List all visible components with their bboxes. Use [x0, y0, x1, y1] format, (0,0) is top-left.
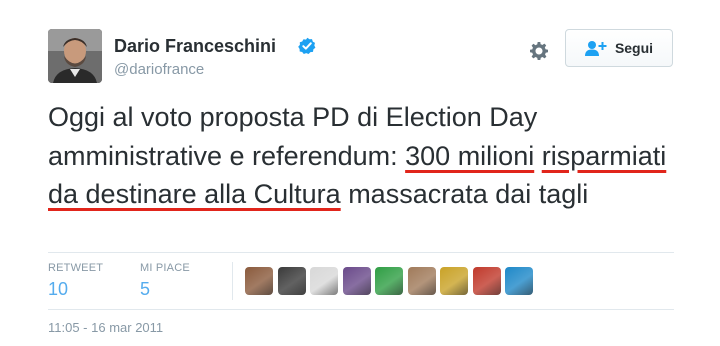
avatar[interactable]: [48, 29, 102, 83]
likes-stat[interactable]: MI PIACE 5: [140, 262, 190, 300]
liker-avatar-7[interactable]: [440, 267, 468, 295]
liker-avatar-1[interactable]: [245, 267, 273, 295]
retweet-stat[interactable]: RETWEET 10: [48, 262, 103, 300]
add-user-icon: [584, 41, 607, 56]
display-name[interactable]: Dario Franceschini: [114, 36, 276, 57]
liker-avatar-3[interactable]: [310, 267, 338, 295]
stat-separator: [232, 262, 233, 300]
tweet-text-segment: massacrata dai tagli: [340, 179, 589, 209]
liker-avatar-5[interactable]: [375, 267, 403, 295]
retweet-count: 10: [48, 279, 69, 299]
tweet-card: Dario Franceschini @dariofrance Segui Og…: [0, 0, 720, 346]
gear-icon[interactable]: [527, 39, 551, 63]
liker-avatar-6[interactable]: [407, 267, 436, 295]
liker-avatar-9[interactable]: [505, 267, 533, 295]
follow-button[interactable]: Segui: [565, 29, 673, 67]
timestamp[interactable]: 11:05 - 16 mar 2011: [48, 320, 163, 335]
likes-label: MI PIACE: [140, 262, 190, 274]
tweet-text: Oggi al voto proposta PD di Election Day…: [48, 98, 668, 214]
liker-avatar-8[interactable]: [472, 267, 501, 295]
follow-label: Segui: [614, 40, 654, 56]
verified-badge-icon: [298, 37, 316, 54]
user-handle[interactable]: @dariofrance: [114, 61, 204, 78]
likes-count: 5: [140, 279, 151, 299]
liker-avatar-4[interactable]: [342, 267, 371, 295]
retweet-label: RETWEET: [48, 262, 104, 274]
divider: [48, 309, 674, 310]
tweet-text-highlight: 300 milioni: [405, 140, 535, 171]
tweet-text-segment: [534, 141, 542, 171]
divider: [48, 252, 674, 253]
liker-avatar-2[interactable]: [277, 267, 306, 295]
